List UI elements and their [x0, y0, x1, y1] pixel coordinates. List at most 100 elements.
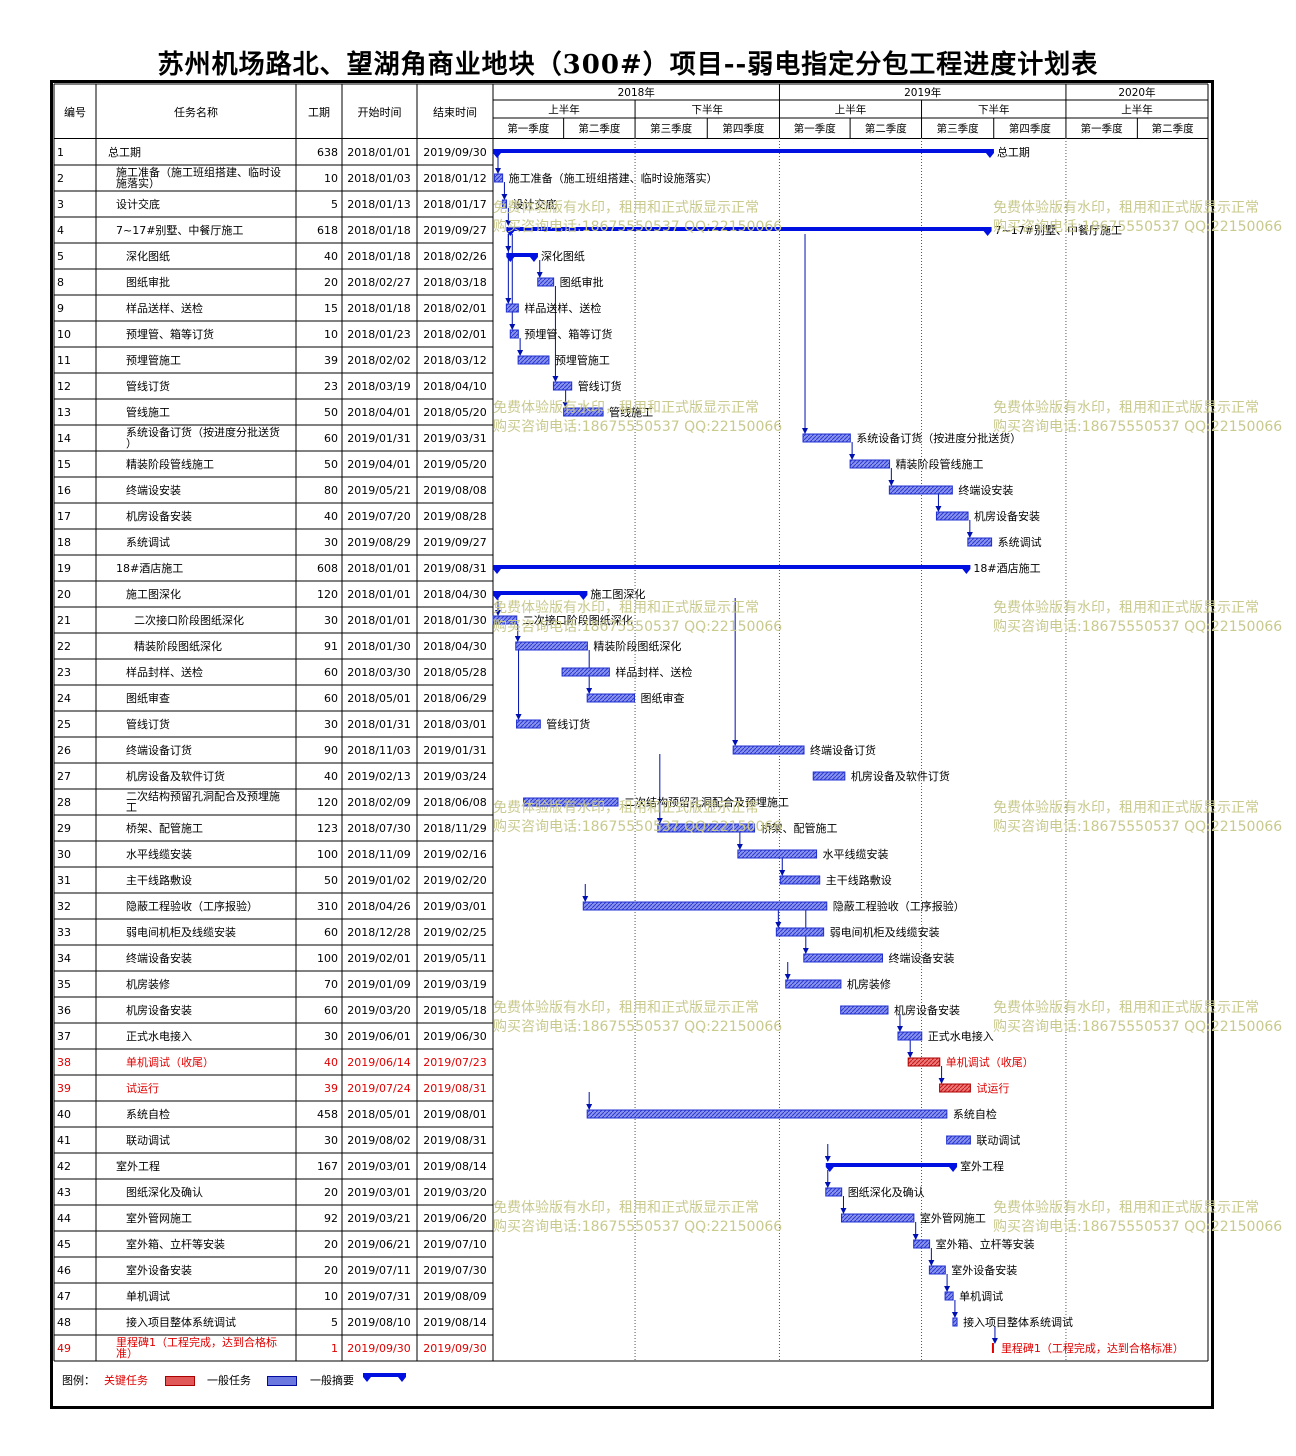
task-end: 2018/01/30: [423, 614, 486, 627]
bar-label: 总工期: [997, 145, 1030, 159]
task-name: 接入项目整体系统调试: [126, 1315, 236, 1329]
task-name: 主干线路敷设: [126, 873, 192, 887]
task-start: 2018/01/01: [347, 146, 410, 159]
bar-label: 7~17#别墅、中餐厅施工: [995, 223, 1122, 237]
task-name: 施落实）: [116, 176, 160, 190]
task-end: 2018/02/26: [423, 250, 486, 263]
task-end: 2018/01/17: [423, 198, 486, 211]
task-id: 49: [57, 1342, 71, 1355]
task-bar: [492, 615, 518, 625]
task-bar: [907, 1057, 941, 1067]
task-id: 3: [57, 198, 64, 211]
bar-label: 管线订货: [578, 379, 622, 393]
task-end: 2019/05/18: [423, 1004, 486, 1017]
bar-label: 设计交底: [513, 197, 557, 211]
task-id: 27: [57, 770, 71, 783]
task-id: 35: [57, 978, 71, 991]
task-duration: 30: [324, 1030, 338, 1043]
task-duration: 10: [324, 1290, 338, 1303]
bar-label: 施工准备（施工班组搭建、临时设施落实）: [509, 171, 718, 185]
task-start: 2018/11/09: [347, 848, 410, 861]
task-name: 联动调试: [126, 1134, 170, 1147]
task-name: 精装阶段图纸深化: [134, 639, 222, 653]
task-duration: 90: [324, 744, 338, 757]
bar-label: 主干线路敷设: [826, 873, 892, 887]
task-id: 13: [57, 406, 71, 419]
task-name: 单机调试（收尾）: [126, 1055, 214, 1069]
task-name: 系统设备订货（按进度分批送货: [126, 425, 280, 439]
task-start: 2018/04/26: [347, 900, 410, 913]
task-duration: 10: [324, 172, 338, 185]
task-end: 2019/03/19: [423, 978, 486, 991]
task-bar: [501, 199, 508, 209]
task-end: 2019/08/28: [423, 510, 486, 523]
task-duration: 40: [324, 770, 338, 783]
task-end: 2019/09/30: [423, 1342, 486, 1355]
task-end: 2018/03/01: [423, 718, 486, 731]
summary-bar: [506, 227, 992, 236]
task-bar: [952, 1317, 958, 1327]
legend-critical-swatch: [165, 1376, 195, 1386]
task-start: 2018/01/01: [347, 614, 410, 627]
task-duration: 30: [324, 1134, 338, 1147]
legend-summary-swatch: [363, 1373, 406, 1382]
bar-label: 样品封样、送检: [615, 665, 692, 679]
quarter-header-label: 第二季度: [578, 122, 620, 135]
half-header-label: 上半年: [1121, 103, 1153, 116]
task-duration: 10: [324, 328, 338, 341]
task-start: 2018/07/30: [347, 822, 410, 835]
task-bar: [494, 173, 504, 183]
task-duration: 30: [324, 614, 338, 627]
task-name: 二次接口阶段图纸深化: [134, 613, 244, 627]
task-duration: 60: [324, 692, 338, 705]
task-end: 2019/09/30: [423, 146, 486, 159]
task-start: 2019/06/01: [347, 1030, 410, 1043]
task-start: 2018/01/18: [347, 302, 410, 315]
task-start: 2019/01/02: [347, 874, 410, 887]
task-start: 2019/01/31: [347, 432, 410, 445]
task-duration: 123: [317, 822, 338, 835]
bar-label: 管线施工: [609, 405, 653, 419]
task-name: 机房设备安装: [126, 1003, 192, 1017]
task-start: 2018/05/01: [347, 1108, 410, 1121]
task-end: 2018/05/20: [423, 406, 486, 419]
task-id: 40: [57, 1108, 71, 1121]
task-bar: [582, 901, 828, 911]
task-bar: [785, 979, 842, 989]
task-end: 2019/08/01: [423, 1108, 486, 1121]
task-name: 正式水电接入: [126, 1030, 192, 1043]
task-name: 室外设备安装: [126, 1263, 192, 1277]
task-start: 2019/07/24: [347, 1082, 410, 1095]
bar-label: 机房装修: [847, 977, 891, 991]
bar-label: 机房设备安装: [974, 509, 1040, 523]
task-name: 图纸深化及确认: [126, 1185, 203, 1199]
legend-general-swatch: [267, 1376, 297, 1386]
task-id: 12: [57, 380, 71, 393]
bar-label: 正式水电接入: [928, 1030, 994, 1043]
task-bar: [946, 1135, 971, 1145]
bar-label: 终端设安装: [958, 483, 1013, 497]
task-duration: 618: [317, 224, 338, 237]
task-duration: 458: [317, 1108, 338, 1121]
bar-label: 二次接口阶段图纸深化: [523, 613, 633, 627]
task-end: 2019/08/08: [423, 484, 486, 497]
task-name: 图纸审查: [126, 691, 170, 705]
header-label: 开始时间: [358, 105, 402, 119]
task-name: 总工期: [108, 145, 141, 159]
task-id: 25: [57, 718, 71, 731]
task-end: 2018/01/12: [423, 172, 486, 185]
task-bar: [732, 745, 805, 755]
task-id: 38: [57, 1056, 71, 1069]
task-duration: 80: [324, 484, 338, 497]
task-start: 2019/08/29: [347, 536, 410, 549]
task-end: 2019/08/31: [423, 562, 486, 575]
bar-label: 精装阶段管线施工: [896, 457, 984, 471]
task-duration: 40: [324, 250, 338, 263]
header-label: 结束时间: [433, 106, 477, 119]
bar-label: 里程碑1（工程完成，达到合格标准）: [1001, 1341, 1184, 1355]
task-duration: 5: [331, 1316, 338, 1329]
bar-label: 室外工程: [960, 1159, 1004, 1173]
quarter-header-label: 第三季度: [650, 122, 692, 135]
bar-label: 单机调试: [959, 1289, 1003, 1303]
task-id: 8: [57, 276, 64, 289]
